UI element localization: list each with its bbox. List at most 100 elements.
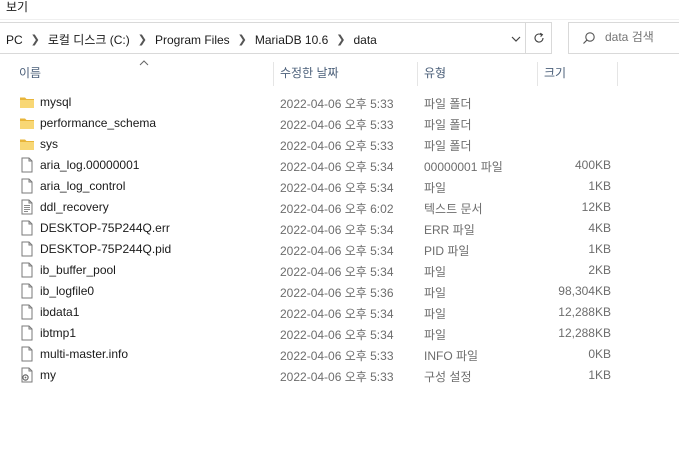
file-row[interactable]: ibtmp1 2022-04-06 오후 5:34 파일 12,288KB bbox=[0, 323, 679, 344]
file-date: 2022-04-06 오후 5:33 bbox=[280, 97, 394, 111]
chevron-right-icon[interactable]: ❯ bbox=[238, 33, 247, 46]
file-date: 2022-04-06 오후 5:36 bbox=[280, 286, 394, 300]
file-size: 0KB bbox=[588, 347, 611, 361]
file-icon bbox=[19, 157, 35, 173]
file-row[interactable]: ib_logfile0 2022-04-06 오후 5:36 파일 98,304KB bbox=[0, 281, 679, 302]
file-icon bbox=[19, 346, 35, 362]
ribbon: 보기 bbox=[0, 0, 679, 20]
file-date: 2022-04-06 오후 5:33 bbox=[280, 349, 394, 363]
file-size: 4KB bbox=[588, 221, 611, 235]
file-type: 파일 bbox=[424, 181, 447, 195]
file-name: mysql bbox=[40, 95, 72, 109]
file-type: 텍스트 문서 bbox=[424, 202, 483, 216]
file-size: 12KB bbox=[581, 200, 611, 214]
file-size: 2KB bbox=[588, 263, 611, 277]
file-icon bbox=[19, 220, 35, 236]
file-type: 파일 bbox=[424, 328, 447, 342]
column-type[interactable]: 유형 bbox=[424, 60, 446, 86]
file-icon bbox=[19, 262, 35, 278]
file-row[interactable]: sys 2022-04-06 오후 5:33 파일 폴더 bbox=[0, 134, 679, 155]
refresh-icon bbox=[534, 32, 544, 43]
file-row[interactable]: aria_log.00000001 2022-04-06 오후 5:34 00000… bbox=[0, 155, 679, 176]
config-file-icon bbox=[19, 367, 35, 383]
file-type: 파일 폴더 bbox=[424, 118, 472, 132]
file-row[interactable]: ib_buffer_pool 2022-04-06 오후 5:34 파일 2KB bbox=[0, 260, 679, 281]
file-name: sys bbox=[40, 137, 58, 151]
chevron-right-icon[interactable]: ❯ bbox=[336, 33, 345, 46]
ribbon-tab-view[interactable]: 보기 bbox=[6, 0, 28, 15]
file-name: DESKTOP-75P244Q.pid bbox=[40, 242, 172, 256]
file-type: PID 파일 bbox=[424, 244, 470, 258]
file-name: DESKTOP-75P244Q.err bbox=[40, 221, 170, 235]
file-size: 98,304KB bbox=[558, 284, 611, 298]
file-type: 00000001 파일 bbox=[424, 160, 503, 174]
file-row[interactable]: my 2022-04-06 오후 5:33 구성 설정 1KB bbox=[0, 365, 679, 386]
file-name: performance_schema bbox=[40, 116, 157, 130]
file-row[interactable]: aria_log_control 2022-04-06 오후 5:34 파일 1KB bbox=[0, 176, 679, 197]
file-name: ib_logfile0 bbox=[40, 284, 95, 298]
file-date: 2022-04-06 오후 5:33 bbox=[280, 139, 394, 153]
file-size: 1KB bbox=[588, 242, 611, 256]
address-dropdown-button[interactable] bbox=[507, 30, 525, 48]
column-divider[interactable] bbox=[617, 62, 618, 86]
file-date: 2022-04-06 오후 5:33 bbox=[280, 370, 394, 384]
breadcrumb-item[interactable]: PC bbox=[6, 33, 23, 47]
file-row[interactable]: mysql 2022-04-06 오후 5:33 파일 폴더 bbox=[0, 92, 679, 113]
file-icon bbox=[19, 178, 35, 194]
column-divider[interactable] bbox=[537, 62, 538, 86]
breadcrumb-item[interactable]: 로컬 디스크 (C:) bbox=[48, 31, 130, 48]
file-name: aria_log_control bbox=[40, 179, 126, 193]
file-name: ib_buffer_pool bbox=[40, 263, 116, 277]
search-box[interactable] bbox=[568, 22, 679, 54]
column-date[interactable]: 수정한 날짜 bbox=[280, 60, 339, 86]
chevron-right-icon[interactable]: ❯ bbox=[31, 33, 40, 46]
file-date: 2022-04-06 오후 5:34 bbox=[280, 307, 394, 321]
breadcrumb-item[interactable]: MariaDB 10.6 bbox=[255, 33, 328, 47]
breadcrumb: PC ❯ 로컬 디스크 (C:) ❯ Program Files ❯ Maria… bbox=[6, 31, 377, 48]
file-date: 2022-04-06 오후 5:34 bbox=[280, 244, 394, 258]
file-size: 400KB bbox=[574, 158, 611, 172]
file-type: 파일 bbox=[424, 307, 447, 321]
file-type: ERR 파일 bbox=[424, 223, 475, 237]
file-date: 2022-04-06 오후 5:34 bbox=[280, 160, 394, 174]
file-type: INFO 파일 bbox=[424, 349, 479, 363]
text-file-icon bbox=[19, 199, 35, 215]
column-name[interactable]: 이름 bbox=[19, 60, 41, 86]
file-row[interactable]: multi-master.info 2022-04-06 오후 5:33 INFO … bbox=[0, 344, 679, 365]
refresh-button[interactable] bbox=[525, 22, 552, 54]
file-icon bbox=[19, 304, 35, 320]
file-type: 파일 bbox=[424, 286, 447, 300]
file-name: ibdata1 bbox=[40, 305, 80, 319]
column-size[interactable]: 크기 bbox=[544, 60, 566, 86]
folder-icon bbox=[19, 94, 35, 110]
folder-icon bbox=[19, 136, 35, 152]
file-row[interactable]: ibdata1 2022-04-06 오후 5:34 파일 12,288KB bbox=[0, 302, 679, 323]
chevron-right-icon[interactable]: ❯ bbox=[138, 33, 147, 46]
file-date: 2022-04-06 오후 5:34 bbox=[280, 328, 394, 342]
file-name: ibtmp1 bbox=[40, 326, 77, 340]
file-name: aria_log.00000001 bbox=[40, 158, 140, 172]
file-row[interactable]: performance_schema 2022-04-06 오후 5:33 파일 폴… bbox=[0, 113, 679, 134]
file-date: 2022-04-06 오후 5:34 bbox=[280, 181, 394, 195]
breadcrumb-item[interactable]: data bbox=[353, 33, 376, 47]
file-icon bbox=[19, 325, 35, 341]
file-type: 파일 폴더 bbox=[424, 139, 472, 153]
file-size: 12,288KB bbox=[558, 305, 611, 319]
file-size: 12,288KB bbox=[558, 326, 611, 340]
breadcrumb-item[interactable]: Program Files bbox=[155, 33, 230, 47]
column-divider[interactable] bbox=[273, 62, 274, 86]
file-size: 1KB bbox=[588, 179, 611, 193]
address-bar[interactable]: PC ❯ 로컬 디스크 (C:) ❯ Program Files ❯ Maria… bbox=[0, 22, 552, 54]
search-input[interactable] bbox=[605, 30, 679, 44]
file-date: 2022-04-06 오후 5:33 bbox=[280, 118, 394, 132]
file-icon bbox=[19, 283, 35, 299]
file-type: 구성 설정 bbox=[424, 370, 472, 384]
search-icon bbox=[583, 32, 595, 44]
file-row[interactable]: DESKTOP-75P244Q.err 2022-04-06 오후 5:34 ERR… bbox=[0, 218, 679, 239]
file-row[interactable]: DESKTOP-75P244Q.pid 2022-04-06 오후 5:34 PID… bbox=[0, 239, 679, 260]
file-size: 1KB bbox=[588, 368, 611, 382]
file-row[interactable]: ddl_recovery 2022-04-06 오후 6:02 텍스트 문서 12KB bbox=[0, 197, 679, 218]
chevron-down-icon bbox=[511, 36, 521, 42]
column-divider[interactable] bbox=[417, 62, 418, 86]
folder-icon bbox=[19, 115, 35, 131]
